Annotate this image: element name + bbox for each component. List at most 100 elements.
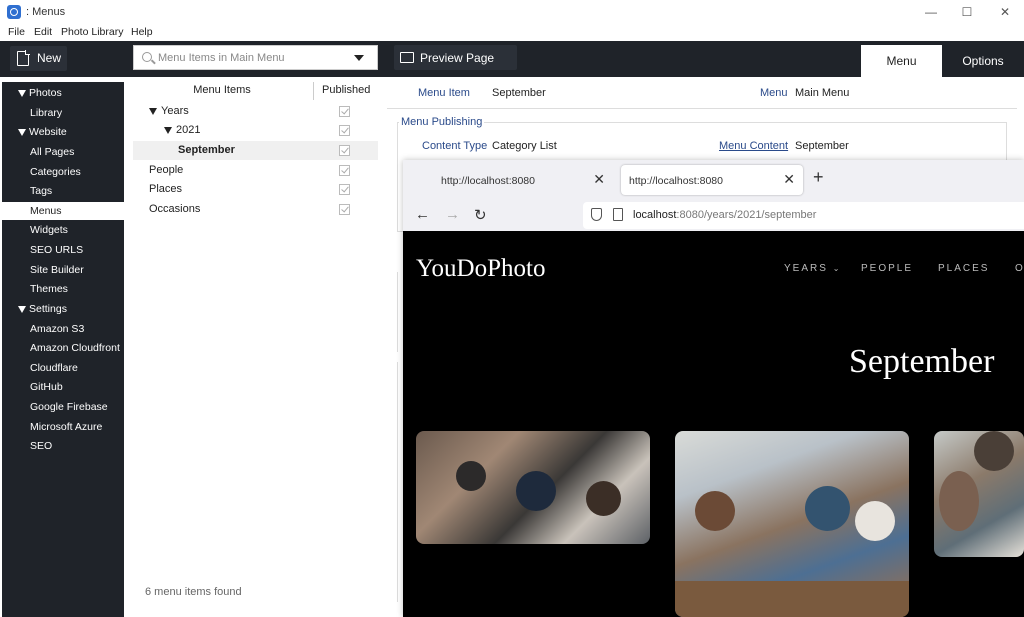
sidebar-item-library[interactable]: Library — [2, 104, 124, 122]
sidebar-item-site-builder[interactable]: Site Builder — [2, 261, 124, 279]
window-title: : Menus — [26, 6, 66, 18]
sidebar-section-photos[interactable]: Photos — [2, 84, 124, 102]
app-icon — [7, 5, 21, 19]
menu-item-value: September — [492, 87, 546, 99]
sidebar-item-categories[interactable]: Categories — [2, 163, 124, 181]
search-placeholder: Menu Items in Main Menu — [158, 52, 285, 64]
search-icon — [142, 52, 152, 62]
sidebar: Photos Library Website All Pages Categor… — [2, 82, 124, 617]
sidebar-item-tags[interactable]: Tags — [2, 182, 124, 200]
reload-icon[interactable]: ↻ — [474, 206, 487, 224]
menu-edit[interactable]: Edit — [34, 26, 52, 38]
tab-title: http://localhost:8080 — [441, 175, 535, 187]
menu-help[interactable]: Help — [131, 26, 153, 38]
sidebar-item-google-firebase[interactable]: Google Firebase — [2, 398, 124, 416]
new-button[interactable]: New — [10, 46, 67, 71]
site-nav-places[interactable]: PLACES — [938, 263, 989, 274]
image-icon — [400, 52, 414, 63]
published-checkbox[interactable] — [339, 145, 350, 156]
menu-label: Menu — [760, 87, 788, 99]
published-checkbox[interactable] — [339, 165, 350, 176]
sidebar-item-seo[interactable]: SEO — [2, 437, 124, 455]
column-header-published[interactable]: Published — [322, 84, 370, 96]
menu-photo-library[interactable]: Photo Library — [61, 26, 123, 38]
tree-row-september[interactable]: September — [133, 141, 378, 160]
column-header-menu-items[interactable]: Menu Items — [133, 84, 311, 96]
item-count-status: 6 menu items found — [145, 586, 242, 598]
status-bar: 6 menu items found — [133, 580, 378, 605]
url-bar[interactable]: localhost:8080/years/2021/september — [583, 202, 1024, 229]
expand-caret-icon[interactable] — [164, 126, 172, 134]
close-tab-icon[interactable]: ✕ — [593, 171, 605, 188]
site-nav-years[interactable]: YEARS ⌄ — [784, 263, 841, 274]
caret-down-icon — [18, 305, 26, 313]
sidebar-item-menus[interactable]: Menus — [2, 202, 124, 220]
chevron-down-icon[interactable] — [354, 55, 364, 61]
sidebar-item-seo-urls[interactable]: SEO URLS — [2, 241, 124, 259]
photo-thumbnail[interactable] — [416, 431, 650, 544]
tree-row-places[interactable]: Places — [133, 180, 378, 199]
photo-thumbnail[interactable] — [934, 431, 1024, 557]
forward-icon[interactable]: → — [445, 206, 460, 223]
site-nav-people[interactable]: PEOPLE — [861, 263, 913, 274]
preview-button-label: Preview Page — [420, 51, 495, 65]
caret-down-icon — [18, 89, 26, 97]
sidebar-item-themes[interactable]: Themes — [2, 280, 124, 298]
close-tab-icon[interactable]: ✕ — [783, 171, 795, 188]
tree-row-years[interactable]: Years — [133, 102, 378, 121]
menu-search-dropdown[interactable]: Menu Items in Main Menu — [133, 45, 378, 70]
content-type-value[interactable]: Category List — [492, 140, 557, 152]
sidebar-section-settings[interactable]: Settings — [2, 300, 124, 318]
new-tab-icon[interactable]: + — [813, 167, 824, 188]
expand-caret-icon[interactable] — [149, 107, 157, 115]
browser-tab-active[interactable]: http://localhost:8080 ✕ — [621, 165, 803, 195]
photo-thumbnail[interactable] — [675, 431, 909, 617]
menu-value: Main Menu — [795, 87, 850, 99]
preview-page-button[interactable]: Preview Page — [394, 45, 517, 70]
menu-content-link[interactable]: Menu Content — [719, 140, 788, 152]
close-button[interactable]: ✕ — [992, 3, 1018, 21]
site-logo[interactable]: YouDoPhoto — [416, 255, 545, 283]
menu-item-label: Menu Item — [418, 87, 470, 99]
browser-navbar: ← → ↻ localhost:8080/years/2021/septembe… — [403, 200, 1024, 231]
site-nav-truncated[interactable]: O — [1015, 263, 1024, 274]
sidebar-section-website[interactable]: Website — [2, 123, 124, 141]
published-checkbox[interactable] — [339, 204, 350, 215]
divider — [397, 272, 398, 352]
sidebar-item-github[interactable]: GitHub — [2, 378, 124, 396]
sidebar-item-widgets[interactable]: Widgets — [2, 221, 124, 239]
webpage-viewport: YouDoPhoto YEARS ⌄ PEOPLE PLACES O Septe… — [403, 231, 1024, 617]
tree-row-occasions[interactable]: Occasions — [133, 200, 378, 219]
chevron-down-icon: ⌄ — [832, 264, 842, 273]
sidebar-item-amazon-s3[interactable]: Amazon S3 — [2, 320, 124, 338]
browser-tab[interactable]: http://localhost:8080 ✕ — [433, 165, 613, 195]
published-checkbox[interactable] — [339, 184, 350, 195]
published-checkbox[interactable] — [339, 125, 350, 136]
divider — [387, 108, 1017, 109]
tab-options[interactable]: Options — [944, 45, 1022, 77]
menu-content-value: September — [795, 140, 849, 152]
tab-menu[interactable]: Menu — [861, 45, 942, 77]
page-heading: September — [849, 343, 995, 380]
published-checkbox[interactable] — [339, 106, 350, 117]
sidebar-item-amazon-cloudfront[interactable]: Amazon Cloudfront — [2, 339, 124, 357]
divider — [397, 362, 398, 602]
sidebar-item-all-pages[interactable]: All Pages — [2, 143, 124, 161]
column-divider — [313, 82, 314, 100]
title-bar: : Menus — ☐ ✕ — [0, 0, 1024, 24]
browser-window: http://localhost:8080 ✕ http://localhost… — [403, 160, 1024, 617]
menu-bar: File Edit Photo Library Help — [0, 24, 1024, 41]
menu-file[interactable]: File — [8, 26, 25, 38]
tab-title: http://localhost:8080 — [629, 175, 723, 187]
minimize-button[interactable]: — — [918, 3, 944, 21]
menu-items-tree: Menu Items Published Years 2021 Septembe… — [133, 82, 378, 574]
sidebar-item-microsoft-azure[interactable]: Microsoft Azure — [2, 418, 124, 436]
page-icon — [613, 208, 623, 221]
maximize-button[interactable]: ☐ — [954, 3, 980, 21]
shield-icon[interactable] — [591, 208, 602, 221]
back-icon[interactable]: ← — [415, 206, 430, 223]
sidebar-item-cloudflare[interactable]: Cloudflare — [2, 359, 124, 377]
url-text[interactable]: localhost:8080/years/2021/september — [633, 209, 816, 221]
tree-row-2021[interactable]: 2021 — [133, 121, 378, 140]
tree-row-people[interactable]: People — [133, 161, 378, 180]
